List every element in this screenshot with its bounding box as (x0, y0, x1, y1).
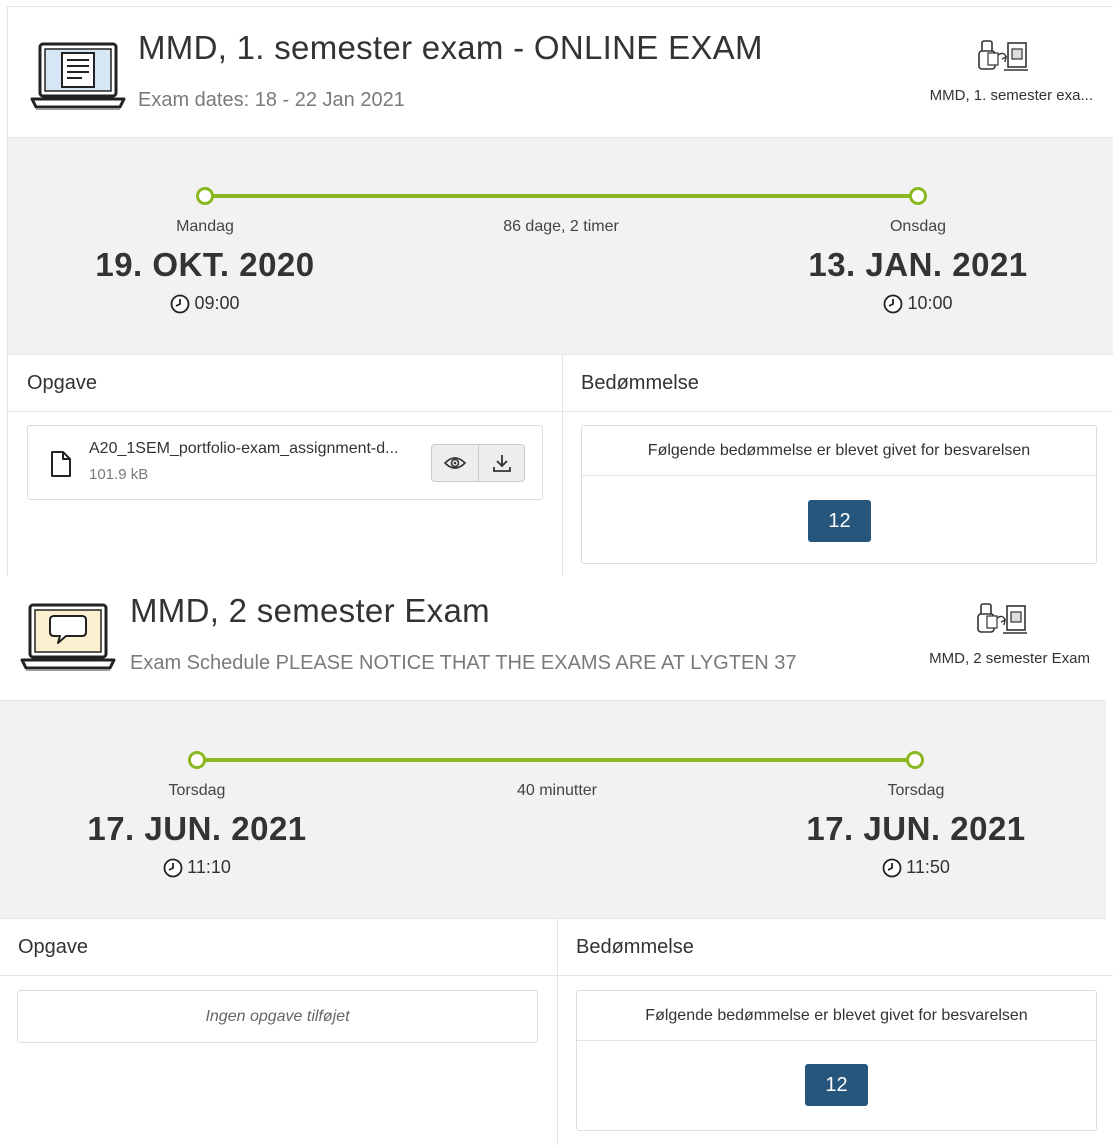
start-date: 19. OKT. 2020 (95, 246, 315, 283)
exam-details: Opgave A20_1SEM_portfolio-exam_assignmen… (8, 355, 1113, 576)
laptop-chat-icon (20, 603, 116, 671)
exam-subtitle: Exam dates: 18 - 22 Jan 2021 (138, 89, 405, 111)
end-weekday: Onsdag (889, 218, 947, 235)
assignment-file: A20_1SEM_portfolio-exam_assignment-d... … (27, 425, 543, 500)
timeline-end-dot (909, 187, 927, 205)
assignment-heading: Opgave (8, 355, 562, 412)
start-time: 11:10 (97, 857, 297, 878)
clock-icon (884, 294, 903, 313)
assessment-heading: Bedømmelse (563, 355, 1113, 412)
assessment-column: Bedømmelse Følgende bedømmelse er blevet… (563, 355, 1113, 576)
file-size: 101.9 kB (89, 466, 149, 483)
clock-icon (163, 858, 183, 877)
grade-box: Følgende bedømmelse er blevet givet for … (576, 990, 1097, 1131)
exam-details: Opgave Ingen opgave tilføjet Bedømmelse … (0, 919, 1113, 1145)
end-time: 10:00 (818, 293, 1018, 314)
course-name[interactable]: MMD, 2 semester Exam (880, 650, 1090, 667)
grade-badge: 12 (808, 500, 871, 542)
start-weekday: Mandag (176, 218, 234, 235)
exam-subtitle: Exam Schedule PLEASE NOTICE THAT THE EXA… (130, 652, 797, 674)
no-assignment-message: Ingen opgave tilføjet (17, 990, 538, 1043)
file-name[interactable]: A20_1SEM_portfolio-exam_assignment-d... (89, 440, 399, 458)
exam-card: MMD, 2 semester Exam Exam Schedule PLEAS… (0, 576, 1113, 1145)
exam-header: MMD, 1. semester exam - ONLINE EXAM Exam… (8, 7, 1113, 137)
file-actions (431, 444, 525, 482)
eye-icon (444, 457, 466, 469)
timeline-start-dot (188, 751, 206, 769)
end-time-text: 10:00 (907, 293, 953, 313)
start-time-text: 09:00 (194, 293, 240, 313)
preview-button[interactable] (432, 445, 478, 481)
exam-header: MMD, 2 semester Exam Exam Schedule PLEAS… (0, 576, 1113, 700)
course-transfer-icon (978, 40, 1028, 71)
exam-card: MMD, 1. semester exam - ONLINE EXAM Exam… (7, 6, 1113, 576)
assignment-column: Opgave Ingen opgave tilføjet (0, 919, 557, 1145)
clock-icon (171, 294, 190, 313)
exam-title: MMD, 1. semester exam - ONLINE EXAM (138, 29, 763, 66)
course-transfer-icon (977, 603, 1027, 634)
assessment-heading: Bedømmelse (558, 919, 1113, 976)
download-icon (492, 455, 511, 472)
start-time-text: 11:10 (187, 857, 231, 877)
clock-icon (882, 858, 902, 877)
timeline-bar (213, 194, 921, 198)
timeline-duration: 40 minutter (516, 782, 598, 799)
exam-timeline: Mandag 19. OKT. 2020 09:00 86 dage, 2 ti… (8, 137, 1113, 355)
course-name[interactable]: MMD, 1. semester exa... (888, 87, 1093, 104)
timeline-bar (197, 758, 916, 762)
end-weekday: Torsdag (887, 782, 945, 799)
download-button[interactable] (478, 445, 524, 481)
timeline-start-dot (196, 187, 214, 205)
timeline-duration: 86 dage, 2 timer (503, 218, 619, 235)
grade-badge: 12 (805, 1064, 868, 1106)
grade-box: Følgende bedømmelse er blevet givet for … (581, 425, 1097, 564)
grade-description: Følgende bedømmelse er blevet givet for … (582, 426, 1096, 476)
end-date: 13. JAN. 2021 (808, 246, 1028, 283)
assessment-column: Bedømmelse Følgende bedømmelse er blevet… (558, 919, 1113, 1145)
grade-description: Følgende bedømmelse er blevet givet for … (577, 991, 1096, 1041)
assignment-column: Opgave A20_1SEM_portfolio-exam_assignmen… (8, 355, 562, 576)
timeline-end-dot (906, 751, 924, 769)
exam-title: MMD, 2 semester Exam (130, 592, 490, 629)
start-date: 17. JUN. 2021 (87, 810, 307, 847)
exam-timeline: Torsdag 17. JUN. 2021 11:10 40 minutter … (0, 700, 1106, 919)
end-time: 11:50 (816, 857, 1016, 878)
assignment-heading: Opgave (0, 919, 557, 976)
file-icon (51, 451, 71, 477)
start-time: 09:00 (105, 293, 305, 314)
end-time-text: 11:50 (906, 857, 950, 877)
end-date: 17. JUN. 2021 (806, 810, 1026, 847)
start-weekday: Torsdag (168, 782, 226, 799)
laptop-document-icon (30, 42, 126, 110)
